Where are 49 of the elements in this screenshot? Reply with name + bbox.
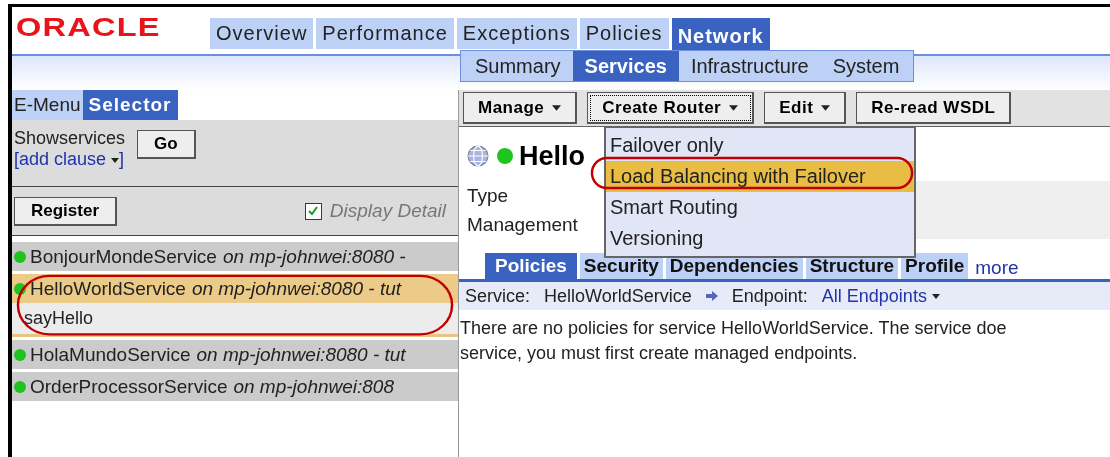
service-title: Hello bbox=[519, 140, 585, 172]
panel-tab[interactable]: Selector bbox=[82, 90, 178, 120]
message-text: service, you must first create managed endpoints. bbox=[460, 342, 859, 365]
panel-tab[interactable]: E-Menu bbox=[12, 90, 83, 120]
field-label: Management bbox=[467, 213, 578, 236]
caret-icon bbox=[729, 105, 739, 111]
operation-row[interactable]: sayHello bbox=[12, 303, 458, 337]
globe-icon bbox=[467, 145, 489, 167]
field-label: Type bbox=[467, 184, 509, 207]
add-clause-link[interactable]: [add clause ] bbox=[14, 149, 126, 170]
oracle-logo: ORACLE bbox=[16, 12, 162, 43]
subtab[interactable]: System bbox=[820, 51, 912, 81]
menu-item[interactable]: Smart Routing bbox=[606, 192, 914, 223]
detail-tab[interactable]: Policies bbox=[485, 253, 577, 279]
more-link[interactable]: more bbox=[975, 257, 1019, 279]
toolbar-button[interactable]: Create Router bbox=[587, 92, 755, 124]
service-row[interactable]: HolaMundoService on mp-johnwei:8080 - tut bbox=[12, 340, 458, 369]
caret-icon bbox=[821, 105, 831, 111]
toolbar-button[interactable]: Manage bbox=[463, 92, 578, 124]
checkbox[interactable] bbox=[304, 202, 322, 220]
menu-item[interactable]: Failover only bbox=[606, 130, 914, 161]
nav-tab[interactable]: Exceptions bbox=[456, 18, 577, 49]
caret-icon bbox=[111, 157, 120, 163]
service-row[interactable]: OrderProcessorService on mp-johnwei:808 bbox=[12, 372, 458, 401]
register-button[interactable]: Register bbox=[14, 196, 118, 226]
caret-icon bbox=[552, 105, 562, 111]
go-button[interactable]: Go bbox=[137, 130, 196, 159]
service-row[interactable]: HelloWorldService on mp-johnwei:8080 - tut bbox=[12, 274, 458, 303]
nav-tab[interactable]: Policies bbox=[579, 18, 669, 49]
menu-item[interactable]: Versioning bbox=[606, 223, 914, 254]
toolbar-button[interactable]: Edit bbox=[764, 92, 847, 124]
nav-tab[interactable]: Performance bbox=[316, 18, 454, 49]
endpoint-dropdown[interactable]: All Endpoints bbox=[821, 285, 940, 307]
endpoint-label: Endpoint: bbox=[731, 285, 808, 307]
filter-label: Showservices bbox=[14, 128, 126, 149]
toolbar-button[interactable]: Re-read WSDL bbox=[856, 92, 1012, 124]
service-label: Service: bbox=[465, 285, 531, 307]
message-text: There are no policies for service HelloWorldService. The service doe bbox=[460, 317, 1008, 340]
service-name: HelloWorldService bbox=[544, 285, 692, 307]
subtab[interactable]: Services bbox=[572, 51, 679, 81]
checkbox-label: Display Detail bbox=[329, 200, 446, 222]
detail-tab[interactable]: Profile bbox=[901, 253, 969, 279]
menu-item[interactable]: Load Balancing with Failover bbox=[606, 161, 914, 192]
subtab[interactable]: Infrastructure bbox=[678, 51, 821, 81]
service-row[interactable]: BonjourMondeService on mp-johnwei:8080 - bbox=[12, 242, 458, 271]
subtab[interactable]: Summary bbox=[463, 51, 573, 81]
nav-tab[interactable]: Overview bbox=[210, 18, 314, 49]
caret-icon bbox=[931, 294, 940, 300]
arrow-icon bbox=[705, 291, 718, 301]
